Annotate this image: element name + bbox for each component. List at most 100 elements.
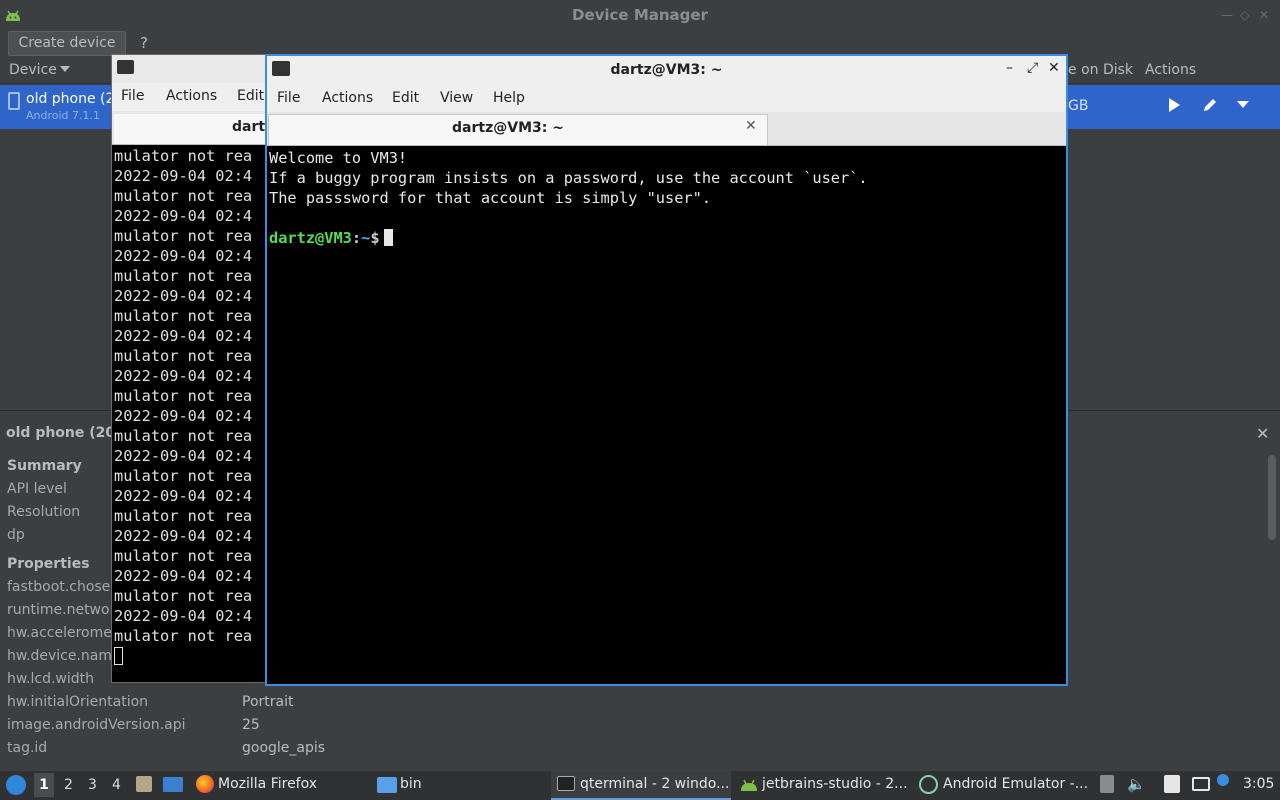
device-name: old phone (20 (26, 91, 124, 107)
task-firefox[interactable]: Mozilla Firefox (218, 776, 317, 792)
column-header-device[interactable]: Device (9, 62, 57, 78)
back-terminal-titlebar[interactable] (112, 55, 270, 83)
menu-file[interactable]: File (277, 90, 300, 106)
android-studio-icon[interactable] (739, 778, 759, 792)
property-key: hw.initialOrientation (7, 694, 149, 710)
menu-view[interactable]: View (440, 90, 473, 106)
property-key: hw.device.name (7, 648, 121, 664)
pencil-icon[interactable] (1201, 96, 1219, 114)
terminal-line: mulator not rea (114, 547, 253, 565)
menu-help[interactable]: Help (493, 90, 525, 106)
terminal-line: Welcome to VM3! (269, 149, 408, 167)
terminal-cursor (383, 229, 393, 246)
terminal-cursor (114, 647, 123, 665)
summary-key: Resolution (7, 504, 81, 520)
terminal-line: 2022-09-04 02:4 (114, 287, 253, 305)
properties-heading: Properties (7, 556, 90, 572)
back-terminal-output[interactable]: mulator not rea 2022-09-04 02:4 mulator no… (113, 146, 265, 676)
task-folder-bin[interactable]: bin (400, 776, 422, 792)
terminal-line: mulator not rea (114, 387, 253, 405)
menu-file[interactable]: File (121, 88, 144, 104)
terminal-line: 2022-09-04 02:4 (114, 607, 253, 625)
summary-key: dp (7, 527, 25, 543)
create-device-button[interactable]: Create device (8, 31, 126, 56)
front-terminal-menubar (267, 84, 1066, 112)
terminal-line: mulator not rea (114, 427, 253, 445)
close-icon[interactable]: ✕ (1048, 60, 1060, 76)
device-api-version: Android 7.1.1 (26, 109, 101, 122)
summary-heading: Summary (7, 458, 82, 474)
terminal-line: mulator not rea (114, 347, 253, 365)
task-qterminal[interactable]: qterminal - 2 windo... (580, 776, 729, 792)
workspace-4[interactable]: 4 (112, 777, 121, 793)
property-key: runtime.network (7, 602, 124, 618)
firefox-icon[interactable] (196, 775, 214, 793)
property-key: hw.lcd.width (7, 671, 95, 687)
workspace-2[interactable]: 2 (64, 777, 73, 793)
restore-icon[interactable]: ◇ (1240, 8, 1249, 22)
terminal-line: If a buggy program insists on a password… (269, 169, 868, 187)
prompt-directory: ~ (361, 229, 371, 247)
terminal-line: 2022-09-04 02:4 (114, 247, 253, 265)
front-terminal-title: dartz@VM3: ~ (610, 62, 723, 78)
android-emulator-icon[interactable] (919, 775, 938, 794)
terminal-line: 2022-09-04 02:4 (114, 527, 253, 545)
property-value: 25 (242, 717, 260, 733)
menu-edit[interactable]: Edit (392, 90, 419, 106)
column-header-actions: Actions (1145, 62, 1197, 78)
front-terminal-tab-label: dartz@VM3: ~ (452, 120, 564, 136)
terminal-line: 2022-09-04 02:4 (114, 487, 253, 505)
shell-prompt[interactable]: dartz@VM3:~$ (269, 229, 393, 247)
terminal-line: 2022-09-04 02:4 (114, 207, 253, 225)
front-terminal-output[interactable] (267, 147, 1066, 684)
notes-icon[interactable] (1164, 775, 1180, 793)
menu-edit[interactable]: Edit (237, 88, 264, 104)
play-icon[interactable] (1169, 98, 1180, 112)
volume-icon[interactable]: 🔈 (1127, 775, 1146, 793)
terminal-line: 2022-09-04 02:4 (114, 567, 253, 585)
details-scrollbar[interactable] (1268, 455, 1276, 540)
terminal-line: mulator not rea (114, 267, 253, 285)
task-android-emulator[interactable]: Android Emulator -... (943, 776, 1088, 792)
close-tab-icon[interactable]: ✕ (745, 118, 757, 134)
help-button[interactable]: ? (140, 34, 148, 52)
menu-actions[interactable]: Actions (166, 88, 217, 104)
property-key: hw.acceleromet (7, 625, 118, 641)
terminal-line: 2022-09-04 02:4 (114, 327, 253, 345)
sort-down-icon[interactable] (60, 66, 70, 72)
terminal-line: mulator not rea (114, 147, 253, 165)
phone-icon (8, 92, 20, 110)
menu-actions[interactable]: Actions (322, 90, 373, 106)
minimize-icon[interactable]: — (1221, 8, 1233, 22)
terminal-line: 2022-09-04 02:4 (114, 367, 253, 385)
property-key: image.androidVersion.api (7, 717, 186, 733)
device-size: GB (1068, 98, 1089, 114)
file-manager-icon[interactable] (136, 776, 152, 792)
workspace-3[interactable]: 3 (88, 777, 97, 793)
terminal-line: mulator not rea (114, 307, 253, 325)
property-value: Portrait (242, 694, 294, 710)
terminal-line: mulator not rea (114, 227, 253, 245)
maximize-icon[interactable]: ⤢ (1027, 60, 1038, 76)
clock[interactable]: 3:05 (1243, 776, 1274, 792)
prompt-user-host: dartz@VM3 (269, 229, 352, 247)
task-android-studio[interactable]: jetbrains-studio - 2... (762, 776, 908, 792)
show-desktop-icon[interactable] (163, 777, 183, 792)
network-icon[interactable] (1192, 777, 1210, 791)
folder-icon[interactable] (377, 777, 397, 793)
workspace-1[interactable]: 1 (34, 773, 54, 797)
start-menu-icon[interactable] (6, 775, 26, 795)
terminal-icon (557, 776, 575, 791)
column-header-size[interactable]: e on Disk (1068, 62, 1133, 78)
close-details-icon[interactable]: ✕ (1256, 424, 1269, 443)
close-icon[interactable]: ✕ (1259, 8, 1269, 22)
prompt-symbol: $ (370, 229, 380, 247)
terminal-line: 2022-09-04 02:4 (114, 407, 253, 425)
clipboard-icon[interactable] (1100, 775, 1114, 793)
property-key: tag.id (7, 740, 48, 756)
notification-icon[interactable] (1217, 774, 1229, 786)
minimize-icon[interactable]: – (1006, 60, 1013, 76)
more-actions-chevron-down-icon[interactable] (1237, 101, 1249, 108)
terminal-line: mulator not rea (114, 627, 253, 645)
window-title: Device Manager (572, 6, 708, 24)
